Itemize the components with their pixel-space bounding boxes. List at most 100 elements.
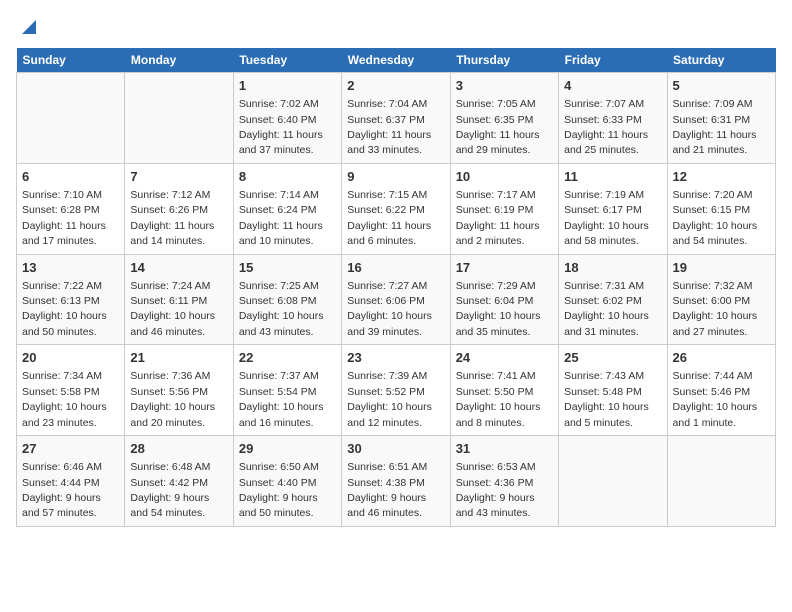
calendar-week-4: 20Sunrise: 7:34 AMSunset: 5:58 PMDayligh… bbox=[17, 345, 776, 436]
day-detail: Sunrise: 7:44 AMSunset: 5:46 PMDaylight:… bbox=[673, 370, 758, 428]
calendar-cell: 23 Sunrise: 7:39 AMSunset: 5:52 PMDayligh… bbox=[342, 345, 450, 436]
calendar-cell bbox=[559, 436, 667, 527]
weekday-header-monday: Monday bbox=[125, 48, 233, 73]
day-number: 13 bbox=[22, 259, 119, 277]
day-detail: Sunrise: 7:02 AMSunset: 6:40 PMDaylight:… bbox=[239, 98, 323, 156]
day-number: 23 bbox=[347, 349, 444, 367]
calendar-cell: 9 Sunrise: 7:15 AMSunset: 6:22 PMDaylight… bbox=[342, 163, 450, 254]
day-detail: Sunrise: 7:24 AMSunset: 6:11 PMDaylight:… bbox=[130, 280, 215, 338]
day-number: 14 bbox=[130, 259, 227, 277]
calendar-cell: 28 Sunrise: 6:48 AMSunset: 4:42 PMDayligh… bbox=[125, 436, 233, 527]
calendar-cell: 16 Sunrise: 7:27 AMSunset: 6:06 PMDayligh… bbox=[342, 254, 450, 345]
calendar-cell: 17Sunrise: 7:29 AMSunset: 6:04 PMDayligh… bbox=[450, 254, 558, 345]
day-detail: Sunrise: 6:48 AMSunset: 4:42 PMDaylight:… bbox=[130, 461, 210, 519]
calendar-table: SundayMondayTuesdayWednesdayThursdayFrid… bbox=[16, 48, 776, 527]
day-detail: Sunrise: 7:37 AMSunset: 5:54 PMDaylight:… bbox=[239, 370, 324, 428]
day-detail: Sunrise: 7:14 AMSunset: 6:24 PMDaylight:… bbox=[239, 189, 323, 247]
calendar-week-1: 1 Sunrise: 7:02 AMSunset: 6:40 PMDaylight… bbox=[17, 73, 776, 164]
calendar-cell: 24 Sunrise: 7:41 AMSunset: 5:50 PMDayligh… bbox=[450, 345, 558, 436]
day-number: 29 bbox=[239, 440, 336, 458]
day-detail: Sunrise: 7:10 AMSunset: 6:28 PMDaylight:… bbox=[22, 189, 106, 247]
day-detail: Sunrise: 6:50 AMSunset: 4:40 PMDaylight:… bbox=[239, 461, 319, 519]
day-detail: Sunrise: 6:51 AMSunset: 4:38 PMDaylight:… bbox=[347, 461, 427, 519]
calendar-cell: 8 Sunrise: 7:14 AMSunset: 6:24 PMDaylight… bbox=[233, 163, 341, 254]
day-detail: Sunrise: 7:12 AMSunset: 6:26 PMDaylight:… bbox=[130, 189, 214, 247]
day-detail: Sunrise: 7:22 AMSunset: 6:13 PMDaylight:… bbox=[22, 280, 107, 338]
day-detail: Sunrise: 7:36 AMSunset: 5:56 PMDaylight:… bbox=[130, 370, 215, 428]
calendar-cell: 1 Sunrise: 7:02 AMSunset: 6:40 PMDaylight… bbox=[233, 73, 341, 164]
day-detail: Sunrise: 7:04 AMSunset: 6:37 PMDaylight:… bbox=[347, 98, 431, 156]
calendar-cell bbox=[667, 436, 775, 527]
calendar-cell: 18Sunrise: 7:31 AMSunset: 6:02 PMDayligh… bbox=[559, 254, 667, 345]
calendar-cell: 22 Sunrise: 7:37 AMSunset: 5:54 PMDayligh… bbox=[233, 345, 341, 436]
day-number: 26 bbox=[673, 349, 770, 367]
calendar-cell: 27 Sunrise: 6:46 AMSunset: 4:44 PMDayligh… bbox=[17, 436, 125, 527]
calendar-cell: 12 Sunrise: 7:20 AMSunset: 6:15 PMDayligh… bbox=[667, 163, 775, 254]
calendar-cell: 21 Sunrise: 7:36 AMSunset: 5:56 PMDayligh… bbox=[125, 345, 233, 436]
day-number: 16 bbox=[347, 259, 444, 277]
day-number: 21 bbox=[130, 349, 227, 367]
day-number: 11 bbox=[564, 168, 661, 186]
calendar-cell: 29 Sunrise: 6:50 AMSunset: 4:40 PMDayligh… bbox=[233, 436, 341, 527]
day-detail: Sunrise: 7:41 AMSunset: 5:50 PMDaylight:… bbox=[456, 370, 541, 428]
day-detail: Sunrise: 7:09 AMSunset: 6:31 PMDaylight:… bbox=[673, 98, 757, 156]
calendar-cell: 31 Sunrise: 6:53 AMSunset: 4:36 PMDayligh… bbox=[450, 436, 558, 527]
day-number: 8 bbox=[239, 168, 336, 186]
day-number: 5 bbox=[673, 77, 770, 95]
calendar-cell: 19 Sunrise: 7:32 AMSunset: 6:00 PMDayligh… bbox=[667, 254, 775, 345]
calendar-cell: 26 Sunrise: 7:44 AMSunset: 5:46 PMDayligh… bbox=[667, 345, 775, 436]
day-number: 20 bbox=[22, 349, 119, 367]
calendar-cell bbox=[125, 73, 233, 164]
day-number: 4 bbox=[564, 77, 661, 95]
calendar-cell: 13 Sunrise: 7:22 AMSunset: 6:13 PMDayligh… bbox=[17, 254, 125, 345]
header bbox=[16, 16, 776, 38]
day-number: 31 bbox=[456, 440, 553, 458]
day-number: 19 bbox=[673, 259, 770, 277]
calendar-cell: 14 Sunrise: 7:24 AMSunset: 6:11 PMDayligh… bbox=[125, 254, 233, 345]
day-detail: Sunrise: 7:39 AMSunset: 5:52 PMDaylight:… bbox=[347, 370, 432, 428]
weekday-header-tuesday: Tuesday bbox=[233, 48, 341, 73]
day-number: 7 bbox=[130, 168, 227, 186]
weekday-header-saturday: Saturday bbox=[667, 48, 775, 73]
day-number: 9 bbox=[347, 168, 444, 186]
calendar-cell: 20Sunrise: 7:34 AMSunset: 5:58 PMDayligh… bbox=[17, 345, 125, 436]
day-detail: Sunrise: 7:07 AMSunset: 6:33 PMDaylight:… bbox=[564, 98, 648, 156]
day-detail: Sunrise: 6:46 AMSunset: 4:44 PMDaylight:… bbox=[22, 461, 102, 519]
day-number: 27 bbox=[22, 440, 119, 458]
calendar-cell: 25 Sunrise: 7:43 AMSunset: 5:48 PMDayligh… bbox=[559, 345, 667, 436]
weekday-header-sunday: Sunday bbox=[17, 48, 125, 73]
day-number: 6 bbox=[22, 168, 119, 186]
day-number: 10 bbox=[456, 168, 553, 186]
day-detail: Sunrise: 7:25 AMSunset: 6:08 PMDaylight:… bbox=[239, 280, 324, 338]
calendar-cell: 4 Sunrise: 7:07 AMSunset: 6:33 PMDaylight… bbox=[559, 73, 667, 164]
day-number: 28 bbox=[130, 440, 227, 458]
day-number: 12 bbox=[673, 168, 770, 186]
calendar-week-3: 13 Sunrise: 7:22 AMSunset: 6:13 PMDayligh… bbox=[17, 254, 776, 345]
day-detail: Sunrise: 7:27 AMSunset: 6:06 PMDaylight:… bbox=[347, 280, 432, 338]
calendar-week-2: 6 Sunrise: 7:10 AMSunset: 6:28 PMDaylight… bbox=[17, 163, 776, 254]
calendar-week-5: 27 Sunrise: 6:46 AMSunset: 4:44 PMDayligh… bbox=[17, 436, 776, 527]
day-number: 22 bbox=[239, 349, 336, 367]
day-detail: Sunrise: 7:17 AMSunset: 6:19 PMDaylight:… bbox=[456, 189, 540, 247]
logo-icon bbox=[18, 16, 40, 38]
day-number: 3 bbox=[456, 77, 553, 95]
calendar-cell: 7 Sunrise: 7:12 AMSunset: 6:26 PMDaylight… bbox=[125, 163, 233, 254]
day-number: 24 bbox=[456, 349, 553, 367]
day-number: 2 bbox=[347, 77, 444, 95]
day-detail: Sunrise: 7:43 AMSunset: 5:48 PMDaylight:… bbox=[564, 370, 649, 428]
day-number: 1 bbox=[239, 77, 336, 95]
calendar-cell: 6 Sunrise: 7:10 AMSunset: 6:28 PMDaylight… bbox=[17, 163, 125, 254]
day-number: 25 bbox=[564, 349, 661, 367]
day-detail: Sunrise: 7:20 AMSunset: 6:15 PMDaylight:… bbox=[673, 189, 758, 247]
day-number: 18 bbox=[564, 259, 661, 277]
day-detail: Sunrise: 7:32 AMSunset: 6:00 PMDaylight:… bbox=[673, 280, 758, 338]
calendar-cell bbox=[17, 73, 125, 164]
calendar-cell: 2 Sunrise: 7:04 AMSunset: 6:37 PMDaylight… bbox=[342, 73, 450, 164]
day-detail: Sunrise: 6:53 AMSunset: 4:36 PMDaylight:… bbox=[456, 461, 536, 519]
weekday-header-friday: Friday bbox=[559, 48, 667, 73]
calendar-cell: 30Sunrise: 6:51 AMSunset: 4:38 PMDayligh… bbox=[342, 436, 450, 527]
calendar-cell: 5 Sunrise: 7:09 AMSunset: 6:31 PMDaylight… bbox=[667, 73, 775, 164]
day-number: 17 bbox=[456, 259, 553, 277]
day-detail: Sunrise: 7:15 AMSunset: 6:22 PMDaylight:… bbox=[347, 189, 431, 247]
weekday-header-wednesday: Wednesday bbox=[342, 48, 450, 73]
